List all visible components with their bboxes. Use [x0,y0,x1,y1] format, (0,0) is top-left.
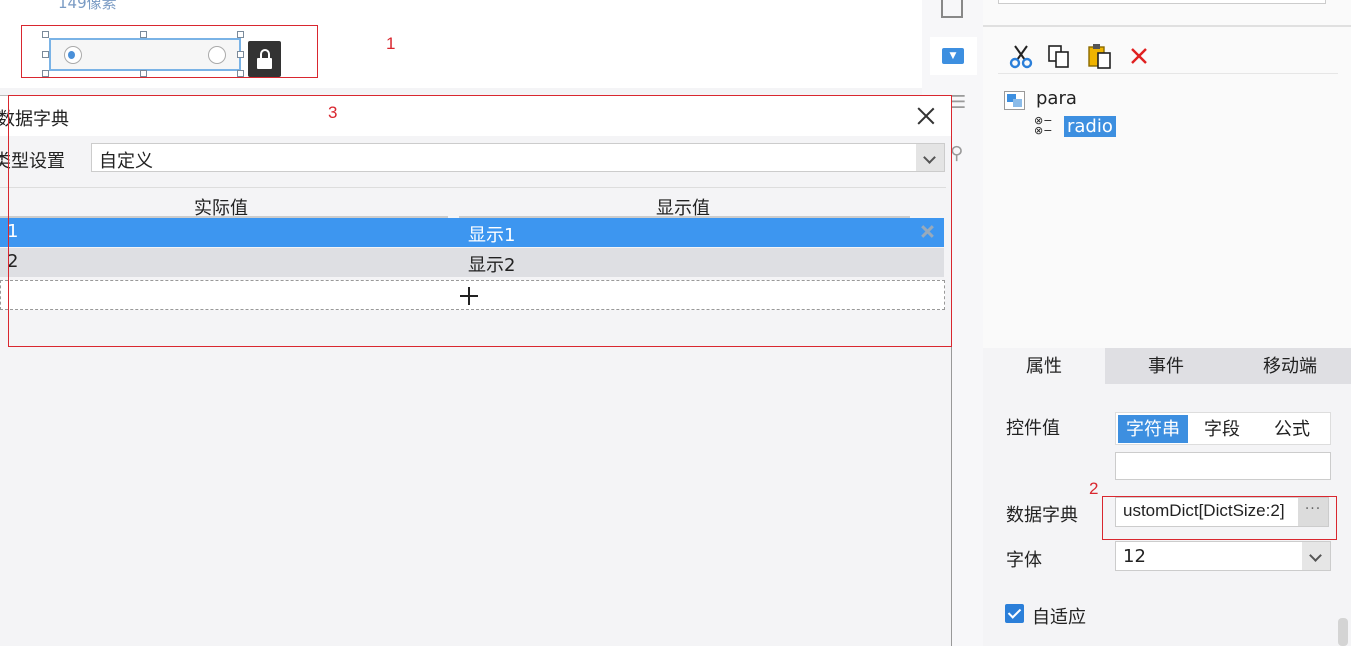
edit-toolbar [998,40,1338,74]
annotation-number-1: 1 [386,34,396,53]
align-icon[interactable]: ☰ [950,92,966,113]
annotation-box-2 [1102,496,1337,540]
resize-handle[interactable] [237,51,244,58]
resize-handle[interactable] [140,70,147,77]
copy-icon[interactable] [1045,42,1073,70]
resize-handle[interactable] [42,70,49,77]
value-type-segmented: 字符串 字段 公式 [1115,412,1331,445]
cut-icon[interactable] [1007,42,1035,70]
resize-handle[interactable] [237,31,244,38]
property-tabs: 属性 事件 移动端 [983,348,1351,384]
font-size-select[interactable]: 12 [1115,541,1331,571]
canvas-size-label: 149像素 [58,0,117,12]
segment-field[interactable]: 字段 [1188,415,1256,443]
segment-formula[interactable]: 公式 [1256,415,1328,443]
delete-icon[interactable] [1126,42,1154,70]
form-icon [1004,91,1025,110]
unlock-icon[interactable] [248,41,281,77]
annotation-box-3 [8,95,952,347]
page-icon[interactable] [941,0,963,18]
radio-tree-icon: ⊗− ⊗− [1034,114,1053,137]
chevron-down-icon[interactable] [1302,542,1330,570]
resize-handle[interactable] [140,31,147,38]
tab-mobile[interactable]: 移动端 [1229,348,1351,384]
paste-icon[interactable] [1086,42,1114,70]
annotation-number-2: 2 [1089,479,1099,498]
tab-properties[interactable]: 属性 [983,348,1105,384]
resize-handle[interactable] [237,70,244,77]
radio-widget[interactable] [49,38,241,71]
component-strip-active-item[interactable]: ▼ [930,37,977,75]
radio-option-unselected[interactable] [208,46,226,64]
font-label: 字体 [1006,550,1042,571]
control-value-label: 控件值 [1006,418,1060,439]
resize-handle[interactable] [42,31,49,38]
tree-node-radio[interactable]: radio [1064,116,1116,137]
radio-option-selected[interactable] [64,46,82,64]
scrollbar[interactable] [1338,618,1348,646]
resize-handle[interactable] [42,51,49,58]
divider [983,25,1351,27]
tree-node-para[interactable]: para [1036,88,1077,109]
control-value-input[interactable] [1115,452,1331,480]
autofit-checkbox[interactable] [1005,604,1024,623]
font-size-value: 12 [1123,546,1146,567]
tab-events[interactable]: 事件 [1106,348,1226,384]
top-input[interactable] [998,0,1326,4]
dict-label: 数据字典 [1006,505,1078,526]
autofit-label: 自适应 [1032,607,1086,628]
segment-string[interactable]: 字符串 [1118,415,1188,443]
combo-widget-icon: ▼ [942,48,964,64]
